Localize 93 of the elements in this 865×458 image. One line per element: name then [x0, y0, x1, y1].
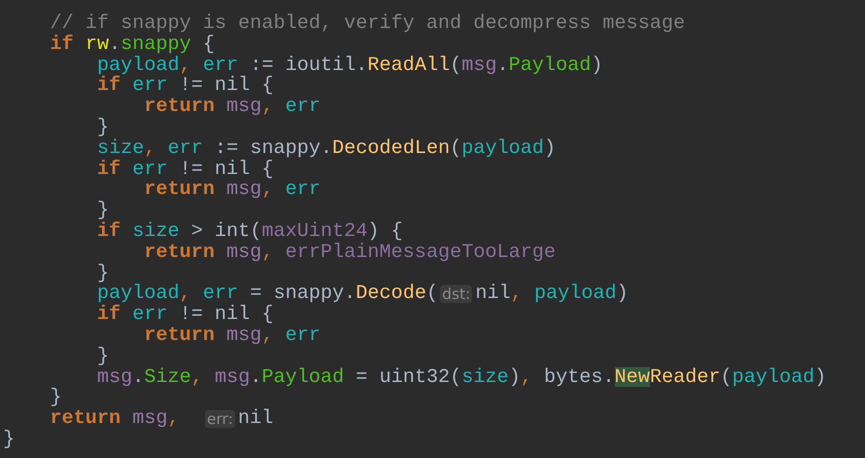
code-token: , [144, 138, 157, 159]
code-token: msg [226, 242, 262, 263]
code-token: , [262, 179, 274, 200]
code-token: } [96, 200, 109, 221]
code-token: != nil { [178, 158, 274, 180]
code-token: , [262, 324, 274, 346]
code-token: payload [96, 54, 180, 76]
code-token: } [49, 387, 62, 408]
code-token: = uint32( [354, 366, 462, 388]
code-comment: // if snappy is enabled, verify and decompress message [49, 13, 685, 34]
code-token: errPlainMessageTooLarge [285, 242, 556, 263]
code-token: != nil { [178, 304, 274, 325]
code-token: nil [238, 408, 274, 429]
code-token: size [132, 220, 180, 242]
code-token: ) { [368, 220, 403, 242]
code-token: . [132, 366, 144, 388]
code-keyword: return [143, 324, 216, 346]
code-token: } [96, 116, 109, 138]
code-token: { [202, 34, 215, 55]
code-keyword: return [49, 408, 122, 429]
code-token: msg [226, 324, 262, 346]
code-token: size [462, 366, 509, 388]
code-token: size [96, 138, 144, 159]
code-token: payload [462, 138, 544, 159]
code-token: Decode [356, 283, 426, 304]
code-token: } [96, 262, 109, 284]
code-token: err [132, 304, 168, 325]
code-token: != nil { [178, 75, 274, 96]
code-token: , [179, 54, 192, 76]
code-token: err [285, 179, 320, 200]
code-token: Reader [650, 366, 720, 388]
code-token: DecodedLen [332, 138, 450, 159]
code-token: ) [616, 283, 628, 304]
code-token: ( [720, 366, 732, 388]
code-token: msg [96, 366, 132, 388]
code-token: Size [144, 366, 192, 388]
code-token: := snappy. [214, 138, 332, 159]
code-token: err [132, 75, 168, 96]
code-token: ( [426, 283, 438, 304]
code-token: , [191, 366, 204, 388]
code-keyword: if [96, 220, 122, 242]
code-token: Payload [508, 54, 591, 76]
code-token: . [250, 366, 262, 388]
code-token: } [96, 346, 109, 367]
code-token: , [510, 283, 524, 304]
code-token: maxUint24 [262, 220, 368, 242]
code-token: nil [475, 283, 511, 304]
code-token: msg [226, 96, 262, 117]
parameter-hint: err: [204, 410, 235, 428]
code-keyword: if [96, 304, 122, 325]
code-token: , [262, 96, 274, 117]
code-token: err [285, 96, 320, 117]
code-token: payload [732, 366, 814, 388]
code-token: rw [85, 34, 109, 55]
code-token: , [262, 242, 274, 263]
code-token: , [179, 283, 192, 304]
code-token: err [202, 283, 238, 304]
code-token: bytes. [544, 366, 615, 388]
code-token: err [202, 54, 238, 76]
code-keyword: if [49, 34, 75, 55]
code-token: , [520, 366, 534, 388]
code-keyword: return [143, 242, 216, 263]
code-token: . [496, 54, 509, 76]
code-token: , [168, 408, 180, 429]
code-token: msg [462, 54, 497, 76]
code-token: Payload [262, 366, 344, 388]
code-token: } [3, 428, 15, 450]
code-token: . [108, 34, 121, 55]
code-keyword: return [143, 179, 216, 200]
highlighted-code-token: New [614, 366, 650, 388]
code-token: msg [214, 366, 250, 388]
code-token: payload [96, 283, 180, 304]
code-token: ( [450, 138, 462, 159]
code-token: payload [534, 283, 617, 304]
code-token: err [168, 138, 203, 159]
code-token: msg [132, 408, 168, 429]
code-token: ) [508, 366, 520, 388]
code-keyword: if [96, 75, 121, 96]
code-token: msg [226, 179, 262, 200]
parameter-hint: dst: [440, 284, 472, 303]
code-token: = snappy. [248, 283, 356, 304]
code-token: := ioutil. [249, 54, 368, 76]
code-token: err [132, 158, 168, 180]
code-token: ) [814, 366, 826, 388]
code-token: > int( [190, 220, 262, 242]
code-keyword: if [96, 158, 122, 180]
code-token: ReadAll [368, 54, 450, 76]
code-token: ) [544, 138, 556, 159]
code-token: ( [450, 54, 462, 76]
code-token: snappy [120, 34, 192, 55]
code-keyword: return [143, 96, 216, 117]
code-token: err [285, 324, 320, 346]
code-token: ) [590, 54, 603, 76]
